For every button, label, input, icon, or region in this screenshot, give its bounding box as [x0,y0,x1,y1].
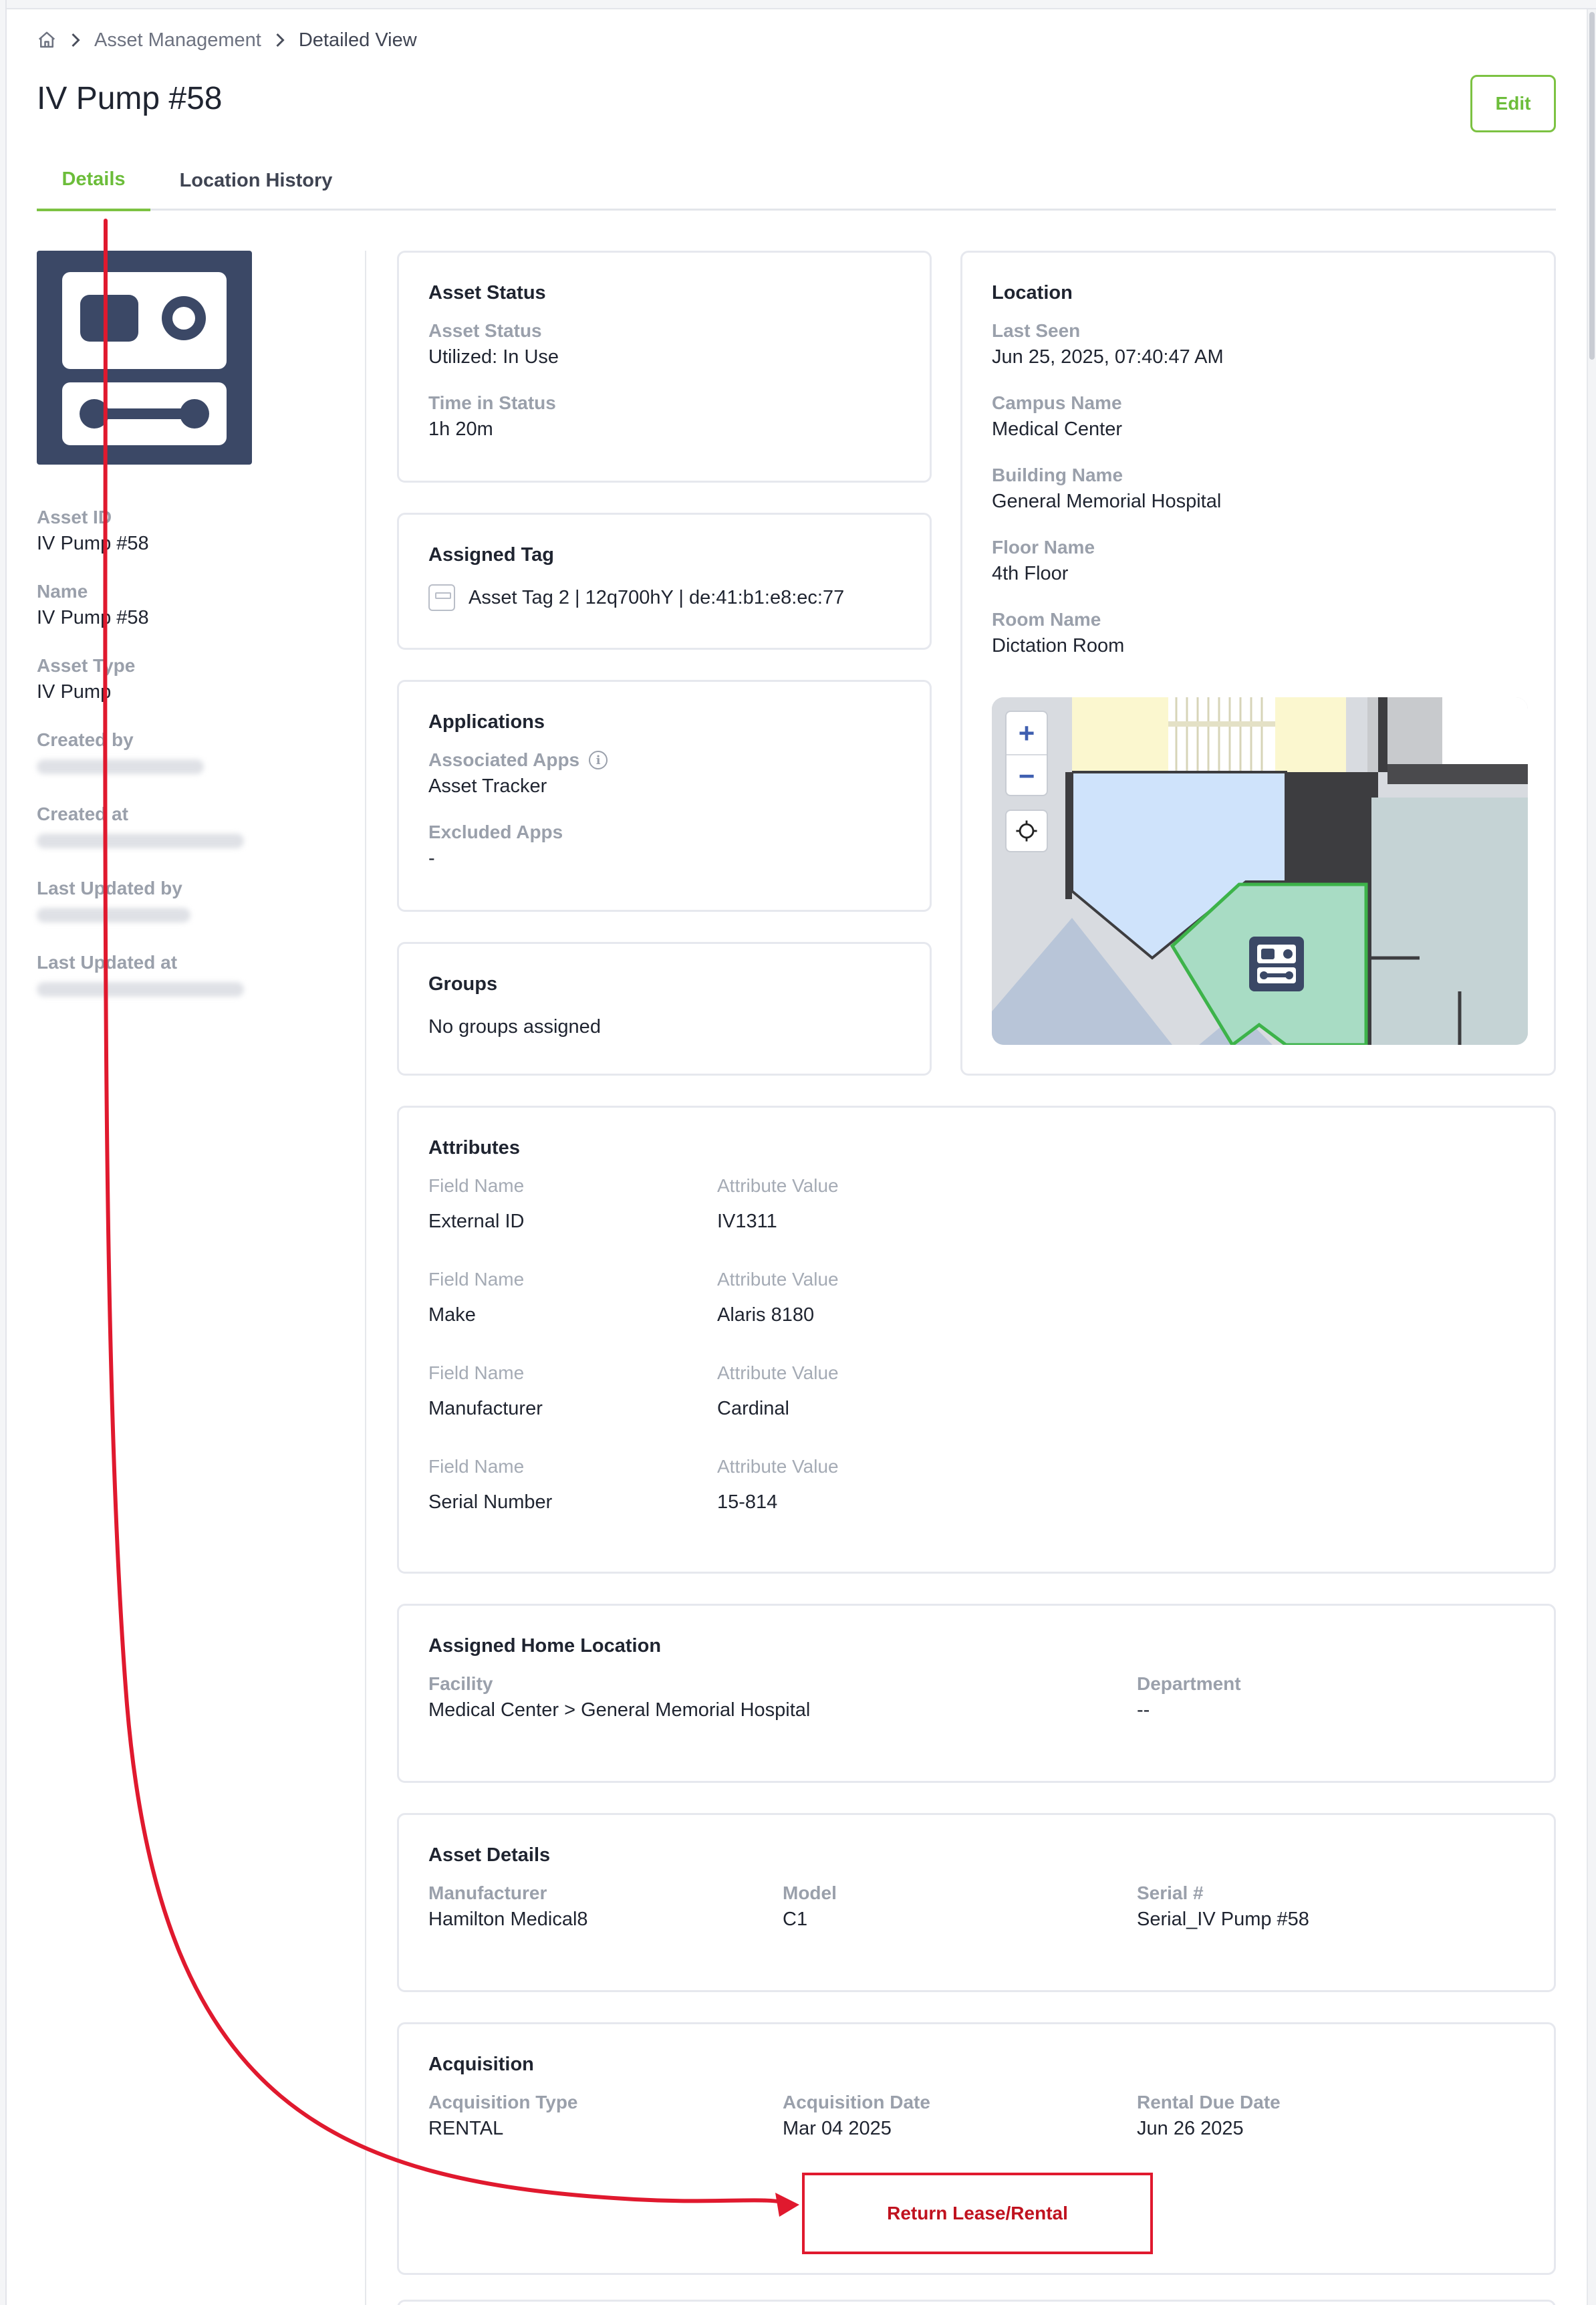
asset-image [37,251,252,465]
breadcrumb-asset-management[interactable]: Asset Management [94,29,261,51]
field-created-by: Created by . [37,727,317,802]
column-divider [365,251,366,2305]
groups-card: Groups No groups assigned [397,942,932,1076]
home-location-card: Assigned Home Location Facility Medical … [397,1604,1556,1783]
card-title: Assigned Home Location [428,1635,662,1657]
time-in-status-value: 1h 20m [428,418,493,440]
attribute-value: Attribute Value Alaris 8180 [717,1269,839,1326]
acquisition-date-value: Mar 04 2025 [783,2118,892,2139]
card-title: Asset Details [428,1844,551,1866]
breadcrumb-current: Detailed View [298,29,417,51]
window-top-edge [0,0,1596,9]
rental-due-date-value: Jun 26 2025 [1137,2118,1244,2139]
page-scrollbar[interactable] [1587,9,1596,2305]
attributes-card: Attributes Field Name External ID Attrib… [397,1106,1556,1574]
attribute-value: Attribute Value Cardinal [717,1362,839,1419]
next-card-edge [397,2300,1556,2305]
attribute-field: Field Name External ID [428,1175,525,1232]
asset-status-card: Asset Status Asset Status Utilized: In U… [397,251,932,483]
last-seen-value: Jun 25, 2025, 07:40:47 AM [992,346,1224,368]
floor-plan [992,697,1528,1045]
breadcrumb: Asset Management Detailed View [37,27,417,53]
tab-details[interactable]: Details [37,150,150,211]
attribute-value: Attribute Value IV1311 [717,1175,839,1232]
building-name-value: General Memorial Hospital [992,491,1222,512]
card-title: Location [992,282,1073,304]
attribute-field: Field Name Make [428,1269,525,1326]
asset-details-card: Asset Details Manufacturer Hamilton Medi… [397,1813,1556,1992]
asset-map-marker [1249,937,1304,991]
card-title: Applications [428,711,545,733]
iv-pump-icon [62,272,227,445]
facility-value: Medical Center > General Memorial Hospit… [428,1699,811,1721]
scrollbar-thumb[interactable] [1589,12,1595,360]
crosshair-icon [1016,820,1037,842]
home-icon[interactable] [37,30,57,50]
assigned-tag-card: Assigned Tag Asset Tag 2 | 12q700hY | de… [397,513,932,650]
tab-bar: Details Location History [37,150,1556,211]
card-title: Acquisition [428,2054,534,2075]
applications-card: Applications Associated Apps i Asset Tra… [397,680,932,912]
field-created-at: Created at . [37,802,317,876]
field-name: Name IV Pump #58 [37,581,149,628]
redacted-value: . [37,827,317,854]
locate-button[interactable] [1005,810,1048,852]
attribute-value: Attribute Value 15-814 [717,1456,839,1513]
edit-button[interactable]: Edit [1470,75,1556,132]
field-last-updated-at: Last Updated at . [37,950,317,1024]
asset-summary: Asset ID IV Pump #58 Name IV Pump #58 As… [37,505,317,1024]
card-title: Asset Status [428,282,546,304]
field-last-updated-by: Last Updated by . [37,876,317,950]
card-title: Groups [428,973,498,995]
field-asset-id: Asset ID IV Pump #58 [37,507,149,554]
zoom-out-button[interactable]: − [1007,754,1047,796]
campus-name-value: Medical Center [992,418,1123,440]
manufacturer-value: Hamilton Medical8 [428,1909,588,1930]
return-lease-rental-button[interactable]: Return Lease/Rental [802,2173,1153,2254]
serial-value: Serial_IV Pump #58 [1137,1909,1309,1930]
groups-value: No groups assigned [428,1016,601,1038]
redacted-value: . [37,975,317,1002]
model-value: C1 [783,1909,808,1930]
map-zoom-controls: + − [1005,711,1048,796]
excluded-apps-value: - [428,848,435,869]
room-name-value: Dictation Room [992,635,1125,656]
tab-location-history[interactable]: Location History [169,150,343,211]
chevron-right-icon [69,32,82,48]
acquisition-type-value: RENTAL [428,2118,504,2139]
info-icon[interactable]: i [589,751,608,769]
location-card: Location Last Seen Jun 25, 2025, 07:40:4… [960,251,1556,1076]
window-left-edge [0,0,7,2305]
page-title: IV Pump #58 [37,81,223,116]
attribute-field: Field Name Serial Number [428,1456,553,1513]
tag-icon [428,584,455,611]
zoom-in-button[interactable]: + [1007,712,1047,754]
asset-status-value: Utilized: In Use [428,346,559,368]
chevron-right-icon [273,32,287,48]
assigned-tag-value: Asset Tag 2 | 12q700hY | de:41:b1:e8:ec:… [469,587,845,608]
card-title: Attributes [428,1137,520,1159]
associated-apps-value: Asset Tracker [428,775,547,797]
attribute-field: Field Name Manufacturer [428,1362,543,1419]
card-title: Assigned Tag [428,544,554,566]
floor-map[interactable]: + − [992,697,1528,1045]
redacted-value: . [37,753,317,779]
floor-name-value: 4th Floor [992,563,1069,584]
field-asset-type: Asset Type IV Pump [37,655,136,703]
redacted-value: . [37,901,317,928]
department-value: -- [1137,1699,1150,1721]
